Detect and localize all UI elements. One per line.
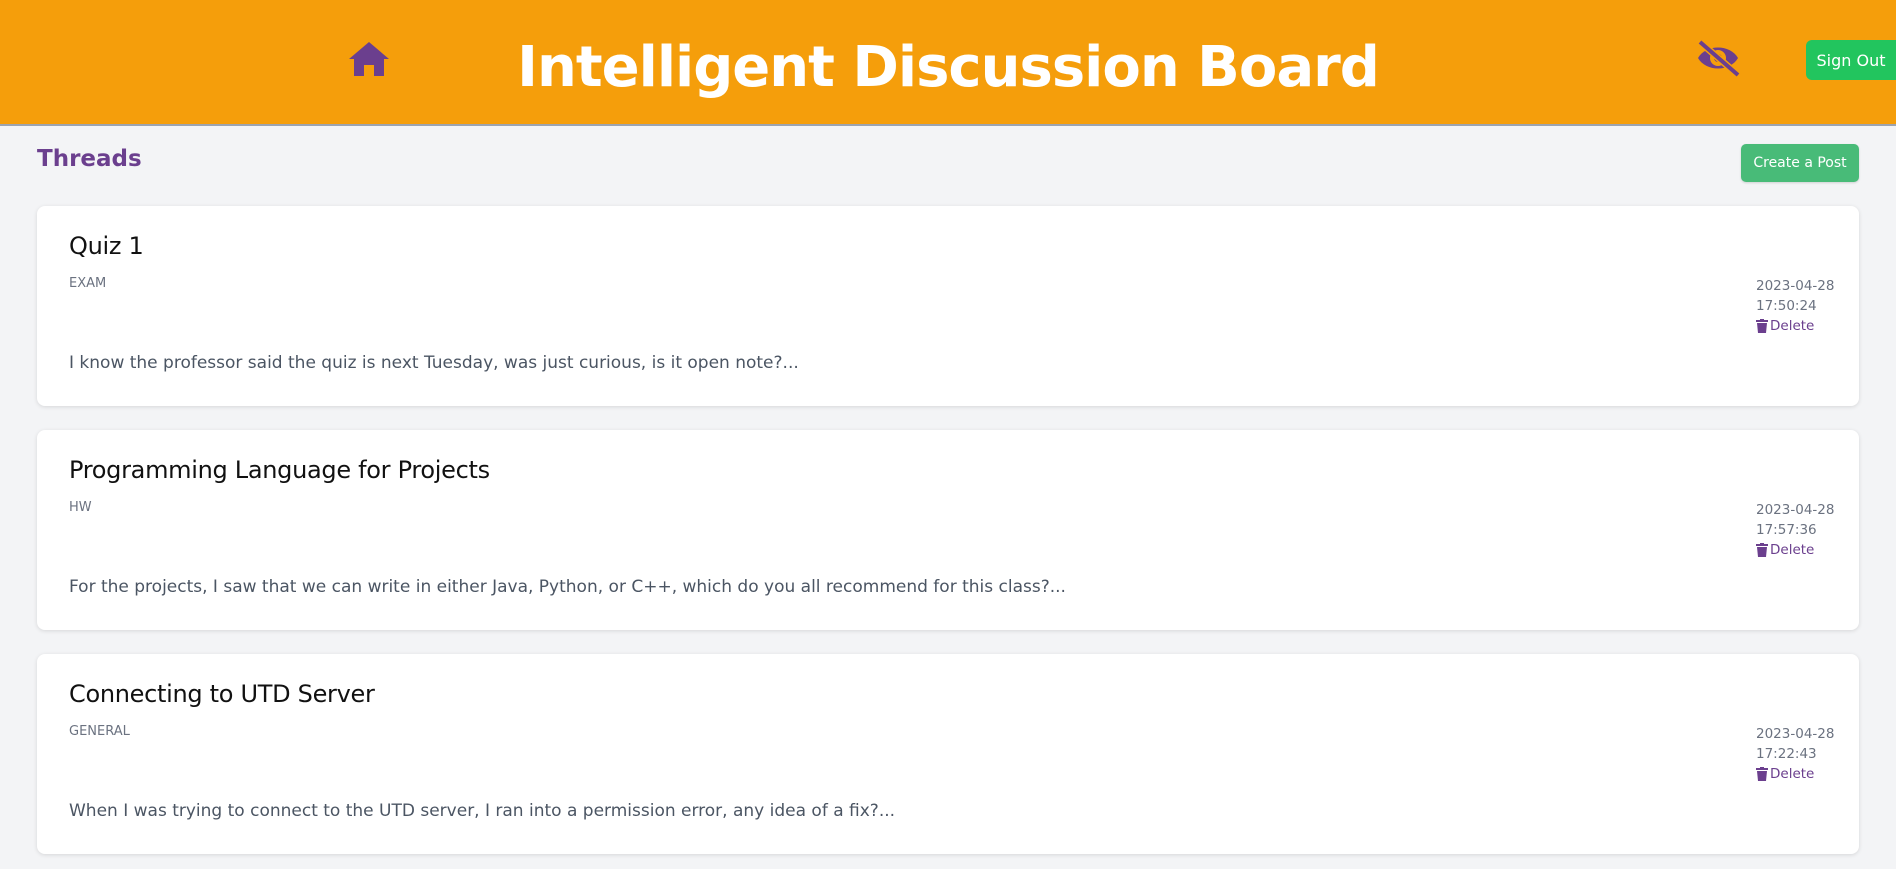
delete-button[interactable]: Delete — [1756, 316, 1834, 336]
thread-card[interactable]: Programming Language for Projects HW 202… — [37, 430, 1859, 630]
app-header: Intelligent Discussion Board Sign Out — [0, 0, 1896, 126]
delete-label: Delete — [1770, 318, 1815, 334]
delete-button[interactable]: Delete — [1756, 540, 1834, 560]
thread-title[interactable]: Programming Language for Projects — [69, 456, 490, 484]
trash-icon — [1756, 543, 1768, 557]
thread-preview: For the projects, I saw that we can writ… — [69, 577, 1066, 597]
thread-date: 2023-04-28 — [1756, 278, 1835, 294]
thread-date: 2023-04-28 — [1756, 502, 1835, 518]
delete-button[interactable]: Delete — [1756, 764, 1834, 784]
eye-off-icon — [1697, 39, 1741, 78]
thread-time: 17:50:24 — [1756, 298, 1817, 314]
thread-time: 17:22:43 — [1756, 746, 1817, 762]
trash-icon — [1756, 767, 1768, 781]
thread-card[interactable]: Connecting to UTD Server GENERAL 2023-04… — [37, 654, 1859, 854]
thread-preview: When I was trying to connect to the UTD … — [69, 801, 896, 821]
thread-category: GENERAL — [69, 724, 130, 739]
thread-meta: 2023-04-28 17:50:24 Delete — [1756, 276, 1834, 336]
thread-card[interactable]: Quiz 1 EXAM 2023-04-28 17:50:24 Delete I… — [37, 206, 1859, 406]
toggle-visibility-button[interactable] — [1693, 36, 1743, 80]
thread-title[interactable]: Connecting to UTD Server — [69, 680, 375, 708]
sign-out-button[interactable]: Sign Out — [1806, 40, 1896, 80]
delete-label: Delete — [1770, 766, 1815, 782]
thread-category: EXAM — [69, 276, 107, 291]
thread-meta: 2023-04-28 17:57:36 Delete — [1756, 500, 1834, 560]
trash-icon — [1756, 319, 1768, 333]
create-post-button[interactable]: Create a Post — [1741, 144, 1859, 182]
thread-category: HW — [69, 500, 92, 515]
thread-preview: I know the professor said the quiz is ne… — [69, 353, 799, 373]
threads-heading: Threads — [37, 146, 142, 172]
thread-meta: 2023-04-28 17:22:43 Delete — [1756, 724, 1834, 784]
thread-title[interactable]: Quiz 1 — [69, 232, 144, 260]
thread-time: 17:57:36 — [1756, 522, 1817, 538]
thread-date: 2023-04-28 — [1756, 726, 1835, 742]
page-title: Intelligent Discussion Board — [517, 35, 1380, 100]
delete-label: Delete — [1770, 542, 1815, 558]
